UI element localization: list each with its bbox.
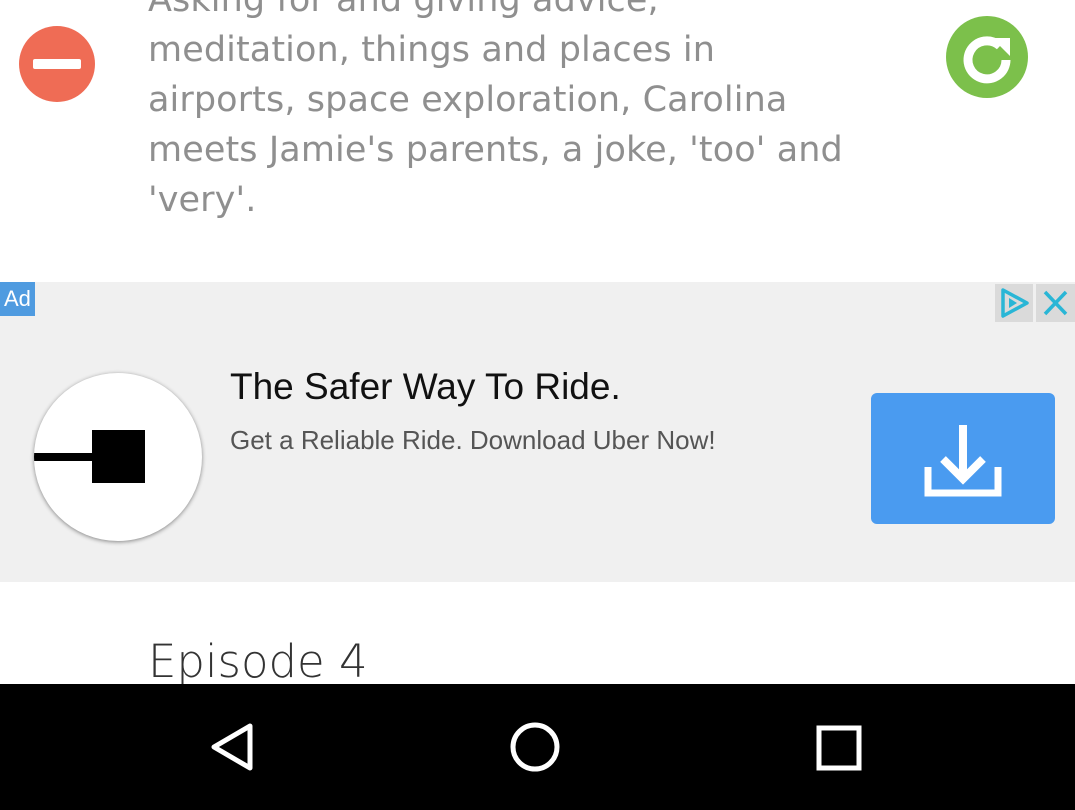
refresh-button[interactable] xyxy=(946,16,1028,98)
ad-choices-button[interactable] xyxy=(995,284,1033,322)
close-icon xyxy=(1043,290,1068,316)
episode-description: Asking for and giving advice, meditation… xyxy=(148,0,843,220)
back-icon xyxy=(211,723,253,771)
episode-item: Asking for and giving advice, meditation… xyxy=(0,0,1075,282)
ad-headline[interactable]: The Safer Way To Ride. xyxy=(230,362,621,412)
recents-icon xyxy=(816,725,862,771)
back-button[interactable] xyxy=(200,714,264,778)
ad-subline[interactable]: Get a Reliable Ride. Download Uber Now! xyxy=(230,420,716,460)
uber-logo[interactable] xyxy=(34,373,202,541)
home-button[interactable] xyxy=(503,714,567,778)
minus-icon xyxy=(33,59,81,69)
remove-button[interactable] xyxy=(19,26,95,102)
screen: Asking for and giving advice, meditation… xyxy=(0,0,1075,810)
download-icon xyxy=(924,425,1002,497)
ad-choices-icon xyxy=(1001,288,1029,318)
refresh-icon xyxy=(963,36,1011,84)
ad-download-button[interactable] xyxy=(871,393,1055,524)
navigation-bar xyxy=(0,684,1075,810)
episode-title[interactable]: Episode 4 xyxy=(148,632,368,692)
ad-close-button[interactable] xyxy=(1036,284,1075,322)
recents-button[interactable] xyxy=(806,714,870,778)
ad-badge: Ad xyxy=(0,282,35,316)
ad-banner[interactable]: Ad The Safer Way To Ride. Get a Reliable… xyxy=(0,282,1075,582)
home-icon xyxy=(510,722,560,772)
